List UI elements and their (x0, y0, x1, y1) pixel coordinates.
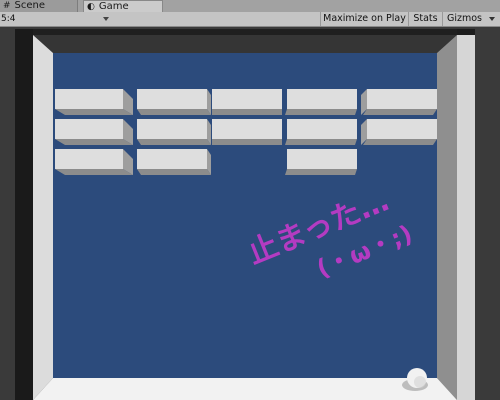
floor (33, 378, 457, 400)
brick (212, 89, 282, 115)
aspect-ratio-dropdown[interactable]: 5:4 (0, 12, 112, 26)
tab-scene[interactable]: # Scene (0, 0, 78, 12)
chevron-down-icon (489, 17, 495, 21)
game-tab-icon: ◐ (87, 2, 95, 12)
right-wall-shadow (437, 35, 457, 400)
editor-tab-bar: # Scene ◐ Game (0, 0, 500, 12)
maximize-on-play-toggle[interactable]: Maximize on Play (320, 12, 408, 26)
back-wall-top (33, 29, 457, 35)
brick (361, 89, 437, 115)
brick (55, 89, 133, 115)
tab-game-label: Game (98, 1, 129, 12)
chevron-down-icon (103, 17, 109, 21)
brick (137, 89, 211, 115)
right-wall-face (457, 35, 475, 400)
stats-toggle[interactable]: Stats (408, 12, 442, 26)
brick (285, 119, 357, 145)
brick (361, 119, 437, 145)
brick (285, 89, 357, 115)
top-wall-inner (33, 35, 457, 53)
game-viewport[interactable]: 止まった… (・ω・;) (15, 29, 475, 400)
gizmos-dropdown[interactable]: Gizmos (442, 12, 500, 26)
game-scene: 止まった… (・ω・;) (33, 29, 475, 400)
brick (212, 119, 282, 145)
hash-icon: # (3, 1, 11, 11)
aspect-ratio-label: 5:4 (1, 14, 16, 24)
left-wall (33, 35, 53, 400)
brick (137, 149, 211, 175)
brick (285, 149, 357, 175)
brick (55, 149, 133, 175)
gizmos-label: Gizmos (447, 13, 483, 24)
tab-scene-label: Scene (14, 0, 46, 11)
tab-game[interactable]: ◐ Game (83, 0, 163, 12)
brick (55, 119, 133, 145)
brick (137, 119, 211, 145)
game-toolbar: 5:4 Maximize on Play Stats Gizmos (0, 12, 500, 27)
